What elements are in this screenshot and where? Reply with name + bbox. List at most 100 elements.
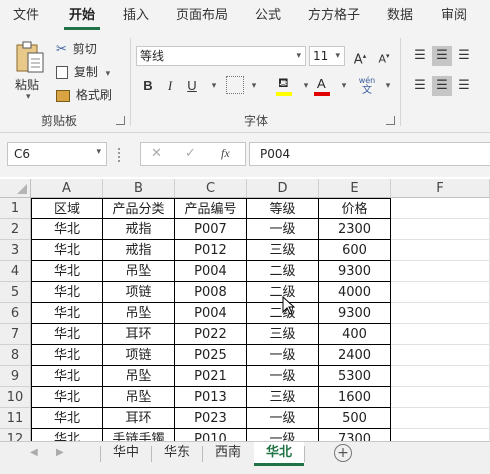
row-header[interactable]: 9 [0, 366, 31, 387]
font-name-combo[interactable]: 等线 ▾ [136, 46, 306, 66]
table-cell[interactable]: 吊坠 [103, 261, 175, 282]
table-cell[interactable]: 华北 [31, 366, 103, 387]
tab-data[interactable]: 数据 [378, 0, 422, 32]
table-cell[interactable]: 二级 [247, 261, 319, 282]
table-cell[interactable]: 华北 [31, 324, 103, 345]
sheet-tab-huabei[interactable]: 华北 [254, 442, 304, 466]
table-cell[interactable]: P025 [175, 345, 247, 366]
row-header[interactable]: 11 [0, 408, 31, 429]
empty-cell[interactable] [391, 303, 490, 324]
table-cell[interactable]: 一级 [247, 366, 319, 387]
enter-icon[interactable]: ✓ [185, 146, 196, 161]
table-cell[interactable]: 三级 [247, 387, 319, 408]
align-middle-icon[interactable]: ☰ [432, 46, 452, 66]
cut-button[interactable]: ✂ 剪切 [56, 40, 97, 58]
select-all-corner[interactable] [0, 179, 31, 198]
table-cell[interactable]: 一级 [247, 429, 319, 441]
table-cell[interactable]: P008 [175, 282, 247, 303]
copy-button[interactable]: 复制 ▾ [56, 63, 110, 81]
table-cell[interactable]: 戒指 [103, 219, 175, 240]
table-cell[interactable]: 吊坠 [103, 366, 175, 387]
table-cell[interactable]: 华北 [31, 345, 103, 366]
table-cell[interactable]: 5300 [319, 366, 391, 387]
table-cell[interactable]: 400 [319, 324, 391, 345]
column-header-a[interactable]: A [31, 179, 103, 198]
table-cell[interactable]: 戒指 [103, 240, 175, 261]
table-cell[interactable]: 华北 [31, 387, 103, 408]
font-launcher-icon[interactable] [386, 116, 395, 125]
table-cell[interactable]: P007 [175, 219, 247, 240]
empty-cell[interactable] [391, 408, 490, 429]
table-cell[interactable]: 华北 [31, 408, 103, 429]
header-cell[interactable]: 产品编号 [175, 198, 247, 219]
fill-color-button[interactable]: ⛾ [274, 76, 296, 98]
tab-file[interactable]: 文件 [4, 0, 48, 32]
underline-button[interactable]: U [182, 76, 202, 96]
table-cell[interactable]: 华北 [31, 219, 103, 240]
table-cell[interactable]: 华北 [31, 261, 103, 282]
row-header[interactable]: 12 [0, 429, 31, 441]
table-cell[interactable]: 500 [319, 408, 391, 429]
table-cell[interactable]: 耳环 [103, 324, 175, 345]
table-cell[interactable]: 华北 [31, 240, 103, 261]
column-header-c[interactable]: C [175, 179, 247, 198]
decrease-font-size-icon[interactable]: A▾ [374, 46, 394, 66]
insert-function-icon[interactable]: fx [221, 146, 230, 161]
font-color-dropdown-icon[interactable]: ▾ [334, 76, 354, 96]
empty-cell[interactable] [391, 282, 490, 303]
table-cell[interactable]: 7300 [319, 429, 391, 441]
row-header[interactable]: 5 [0, 282, 31, 303]
empty-cell[interactable] [391, 261, 490, 282]
column-header-b[interactable]: B [103, 179, 175, 198]
phonetic-guide-button[interactable]: wén 文 [356, 76, 378, 98]
cancel-icon[interactable]: ✕ [151, 146, 162, 161]
spreadsheet-grid[interactable]: ABCDEF 1 区域 产品分类 产品编号 等级 价格 2 华北 戒指 P007 一级 2300 3 华北… [0, 179, 490, 441]
font-size-combo[interactable]: 11 ▾ [309, 46, 345, 66]
row-header[interactable]: 1 [0, 198, 31, 219]
header-cell[interactable]: 区域 [31, 198, 103, 219]
borders-icon[interactable] [226, 76, 244, 94]
empty-cell[interactable] [391, 198, 490, 219]
header-cell[interactable]: 产品分类 [103, 198, 175, 219]
align-center-icon[interactable]: ☰ [432, 76, 452, 96]
table-cell[interactable]: 4000 [319, 282, 391, 303]
sheet-tab-xinan[interactable]: 西南 [203, 442, 253, 464]
empty-cell[interactable] [391, 387, 490, 408]
table-cell[interactable]: 一级 [247, 408, 319, 429]
table-cell[interactable]: 1600 [319, 387, 391, 408]
table-cell[interactable]: 手链手镯 [103, 429, 175, 441]
italic-button[interactable]: I [160, 76, 180, 96]
increase-font-size-icon[interactable]: A▴ [350, 46, 370, 67]
align-left-icon[interactable]: ☰ [410, 76, 430, 96]
align-bottom-icon[interactable]: ☰ [454, 46, 474, 66]
formula-input[interactable]: P004 [249, 142, 490, 166]
sheet-tab-huazhong[interactable]: 华中 [101, 442, 151, 464]
row-header[interactable]: 4 [0, 261, 31, 282]
align-top-icon[interactable]: ☰ [410, 46, 430, 66]
borders-dropdown-icon[interactable]: ▾ [244, 76, 264, 96]
table-cell[interactable]: 耳环 [103, 408, 175, 429]
header-cell[interactable]: 等级 [247, 198, 319, 219]
table-cell[interactable]: 三级 [247, 240, 319, 261]
table-cell[interactable]: 2300 [319, 219, 391, 240]
phonetic-dropdown-icon[interactable]: ▾ [378, 76, 398, 96]
add-sheet-icon[interactable]: + [334, 444, 352, 462]
row-header[interactable]: 2 [0, 219, 31, 240]
splitter-handle[interactable] [118, 148, 123, 162]
font-color-button[interactable]: A [312, 76, 334, 98]
row-header[interactable]: 3 [0, 240, 31, 261]
table-cell[interactable]: 吊坠 [103, 303, 175, 324]
format-painter-button[interactable]: 格式刷 [56, 86, 112, 104]
table-cell[interactable]: P021 [175, 366, 247, 387]
table-cell[interactable]: 三级 [247, 324, 319, 345]
table-cell[interactable]: P010 [175, 429, 247, 441]
row-header[interactable]: 6 [0, 303, 31, 324]
paste-dropdown-icon[interactable]: ▾ [26, 92, 31, 102]
clipboard-launcher-icon[interactable] [116, 116, 125, 125]
table-cell[interactable]: 9300 [319, 303, 391, 324]
tab-fangfang[interactable]: 方方格子 [300, 0, 368, 32]
tab-review[interactable]: 审阅 [432, 0, 476, 32]
column-header-f[interactable]: F [391, 179, 490, 198]
table-cell[interactable]: 9300 [319, 261, 391, 282]
row-header[interactable]: 8 [0, 345, 31, 366]
